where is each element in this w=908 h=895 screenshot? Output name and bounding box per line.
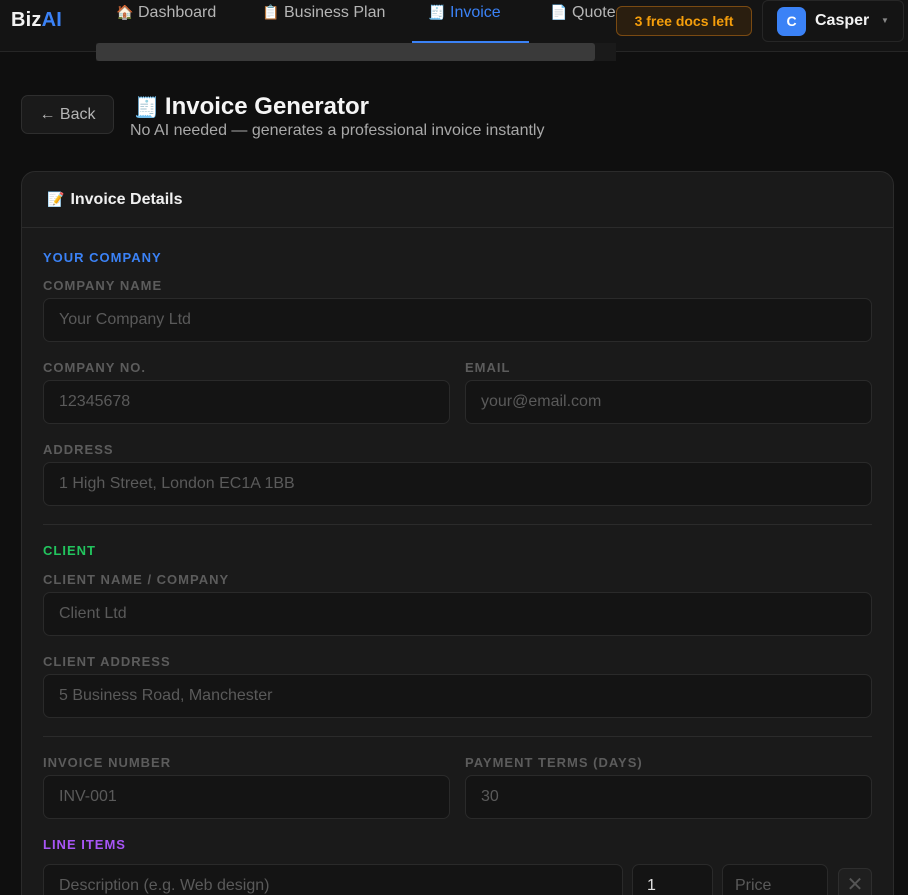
address-input[interactable] <box>43 462 872 506</box>
top-navbar: BizAI 🏠 Dashboard 📋 Business Plan 🧾 Invoice… <box>0 0 908 61</box>
tab-quote[interactable]: 📄 Quote <box>534 0 620 43</box>
company-name-label: COMPANY NAME <box>43 278 163 293</box>
back-button[interactable]: ← Back <box>21 95 114 134</box>
memo-icon: 📝 <box>47 191 65 207</box>
company-name-input[interactable] <box>43 298 872 342</box>
line-item-quantity-input[interactable] <box>632 864 713 895</box>
section-divider <box>43 736 872 737</box>
client-address-label: CLIENT ADDRESS <box>43 654 171 669</box>
remove-line-item-button[interactable]: ✕ <box>838 868 872 895</box>
logo-accent: AI <box>41 9 63 31</box>
card-title: 📝 Invoice Details <box>47 191 182 209</box>
nav-scrollbar-thumb[interactable] <box>96 43 595 61</box>
receipt-icon: 🧾 <box>134 97 159 119</box>
company-no-label: COMPANY NO. <box>43 360 146 375</box>
invoice-number-label: INVOICE NUMBER <box>43 755 172 770</box>
payment-terms-label: PAYMENT TERMS (DAYS) <box>465 755 643 770</box>
tab-invoice[interactable]: 🧾 Invoice <box>412 0 529 43</box>
page-subtitle: No AI needed — generates a professional … <box>130 122 545 139</box>
payment-terms-input[interactable] <box>465 775 872 819</box>
tab-invoice-label: Invoice <box>450 4 501 21</box>
tab-dashboard-label: Dashboard <box>138 4 217 21</box>
main-nav: 🏠 Dashboard 📋 Business Plan 🧾 Invoice 📄 Quot… <box>100 0 620 43</box>
invoice-number-input[interactable] <box>43 775 450 819</box>
card-title-text: Invoice Details <box>70 191 183 208</box>
email-label: EMAIL <box>465 360 511 375</box>
tab-business-plan[interactable]: 📋 Business Plan <box>246 0 401 43</box>
line-item-price-input[interactable] <box>722 864 828 895</box>
client-name-label: CLIENT NAME / COMPANY <box>43 572 230 587</box>
close-icon: ✕ <box>846 874 864 895</box>
company-no-input[interactable] <box>43 380 450 424</box>
line-item-description-input[interactable] <box>43 864 623 895</box>
page-title: 🧾 Invoice Generator <box>134 93 369 121</box>
tab-quote-label: Quote <box>572 4 616 21</box>
section-divider <box>43 524 872 525</box>
page-title-text: Invoice Generator <box>164 93 369 120</box>
logo-main: Biz <box>11 9 42 31</box>
home-icon: 🏠 <box>116 4 134 20</box>
avatar: C <box>777 7 806 36</box>
address-label: ADDRESS <box>43 442 114 457</box>
client-name-input[interactable] <box>43 592 872 636</box>
clipboard-icon: 📋 <box>262 4 280 20</box>
tab-business-plan-label: Business Plan <box>284 4 386 21</box>
chevron-down-icon: ▼ <box>881 16 889 25</box>
email-input[interactable] <box>465 380 872 424</box>
receipt-icon: 🧾 <box>428 4 446 20</box>
section-client: CLIENT <box>43 543 96 558</box>
section-line-items: LINE ITEMS <box>43 837 126 852</box>
user-menu-button[interactable]: C Casper ▼ <box>762 0 904 42</box>
section-your-company: YOUR COMPANY <box>43 250 162 265</box>
card-header: 📝 Invoice Details <box>22 172 893 228</box>
free-docs-badge[interactable]: 3 free docs left <box>616 6 752 36</box>
document-icon: 📄 <box>550 4 568 20</box>
user-name: Casper <box>815 12 870 29</box>
app-logo[interactable]: BizAI <box>11 9 62 32</box>
tab-dashboard[interactable]: 🏠 Dashboard <box>100 0 232 43</box>
invoice-details-card: 📝 Invoice Details YOUR COMPANY COMPANY NA… <box>21 171 894 895</box>
client-address-input[interactable] <box>43 674 872 718</box>
